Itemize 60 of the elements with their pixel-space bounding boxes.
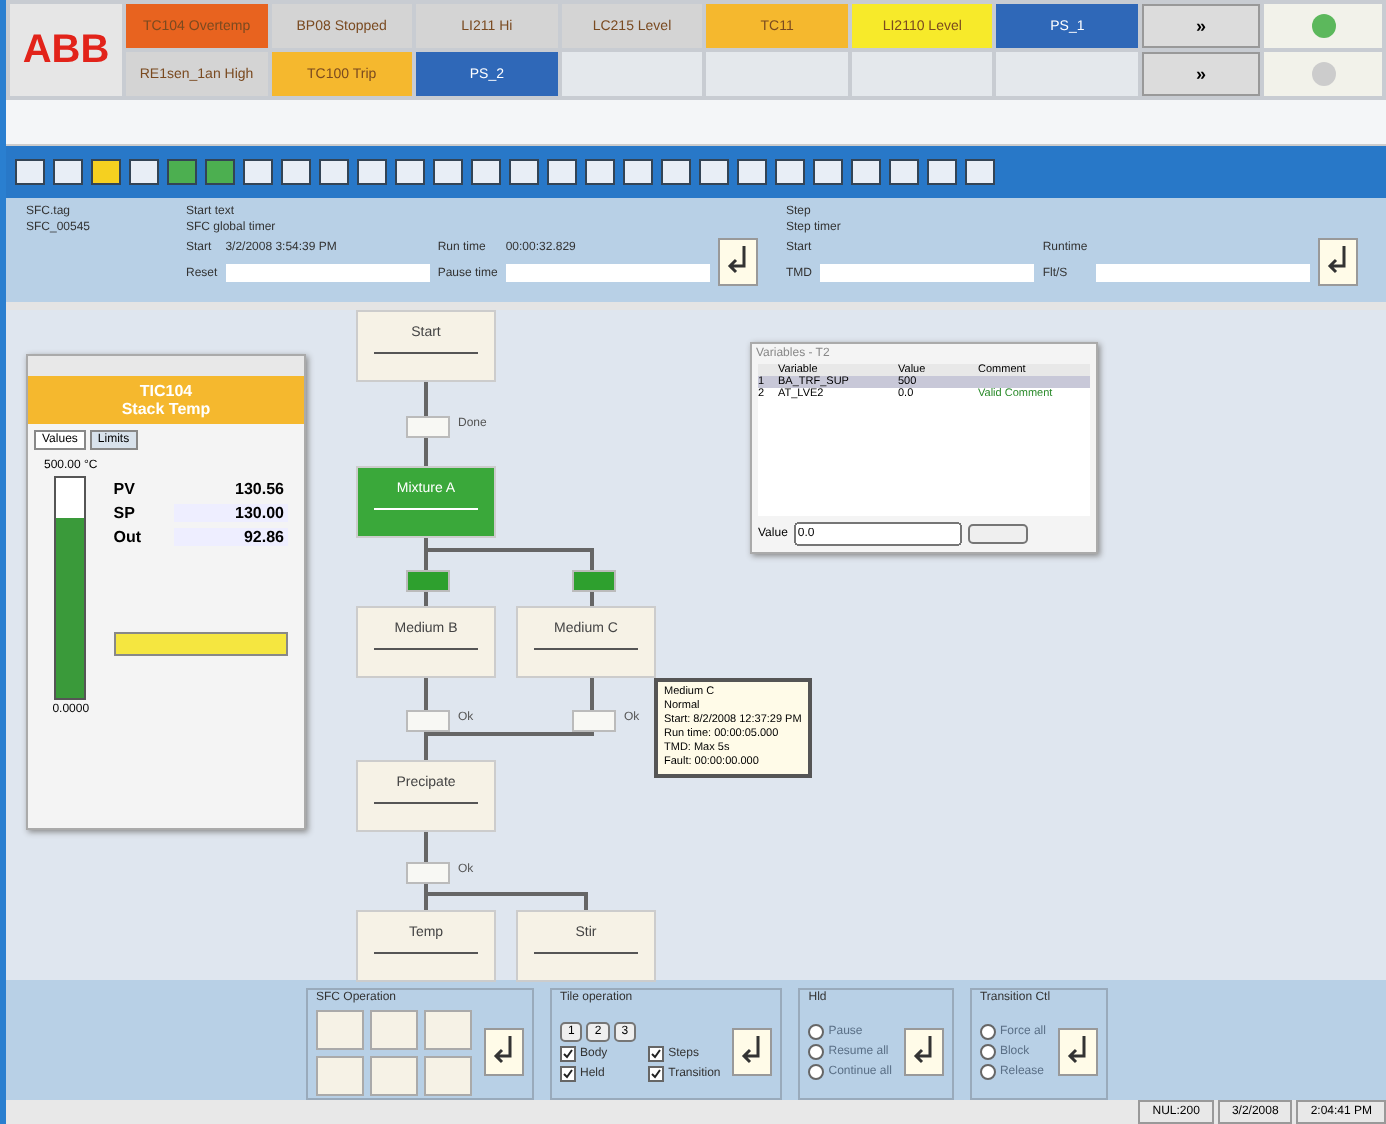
- enter-button[interactable]: [903, 1028, 944, 1076]
- alarm-tile[interactable]: [706, 52, 848, 96]
- apply-button[interactable]: [967, 524, 1028, 544]
- alarm-tile[interactable]: [851, 52, 993, 96]
- status-icon: [1309, 12, 1337, 40]
- enter-icon: [911, 1033, 936, 1065]
- enter-button[interactable]: [732, 1028, 773, 1076]
- toolbar-icon[interactable]: [432, 156, 464, 188]
- enter-icon: [1065, 1033, 1090, 1065]
- toolbar-icon[interactable]: [774, 156, 806, 188]
- input-field[interactable]: [1095, 264, 1310, 283]
- connector-line: [424, 382, 428, 466]
- toolbar-icon[interactable]: [622, 156, 654, 188]
- toolbar-icon[interactable]: [698, 156, 730, 188]
- toolbar-icon[interactable]: [812, 156, 844, 188]
- enter-icon: [1326, 243, 1350, 275]
- toolbar-icon[interactable]: [888, 156, 920, 188]
- enter-button[interactable]: [1057, 1028, 1098, 1076]
- toolbar-icon[interactable]: [318, 156, 350, 188]
- enter-button[interactable]: [718, 238, 758, 286]
- enter-icon: [740, 1033, 765, 1065]
- toolbar-icon[interactable]: [660, 156, 692, 188]
- toolbar-icon[interactable]: [280, 156, 312, 188]
- toolbar-icon[interactable]: [850, 156, 882, 188]
- abb-logo: ABB: [10, 4, 122, 96]
- value-readout: 130.56: [233, 480, 286, 498]
- toolbar-icon[interactable]: [470, 156, 502, 188]
- tool-icon: [1309, 60, 1337, 88]
- alarm-tile[interactable]: [561, 52, 703, 96]
- faceplate-title: TIC104 Stack Temp: [28, 376, 304, 424]
- input-field[interactable]: [820, 264, 1035, 283]
- toolbar-icon[interactable]: [356, 156, 388, 188]
- toolbar-icon[interactable]: [394, 156, 426, 188]
- toolbar-icon[interactable]: [14, 156, 46, 188]
- enter-icon: [726, 243, 750, 275]
- value-label: PV: [113, 480, 137, 498]
- toolbar-icon[interactable]: [926, 156, 958, 188]
- value-readout: 92.86: [173, 528, 288, 546]
- toolbar-icon[interactable]: [584, 156, 616, 188]
- toolbar-icon[interactable]: [166, 156, 198, 188]
- toolbar-icon[interactable]: [546, 156, 578, 188]
- toolbar-icon[interactable]: [242, 156, 274, 188]
- input-field[interactable]: [505, 264, 710, 283]
- toolbar-icon[interactable]: [128, 156, 160, 188]
- toolbar-icon[interactable]: [964, 156, 996, 188]
- next-button[interactable]: »: [1142, 4, 1260, 48]
- toolbar-icon[interactable]: [90, 156, 122, 188]
- alarm-tile[interactable]: [996, 52, 1138, 96]
- value-label: Out: [113, 528, 144, 546]
- enter-button[interactable]: [1318, 238, 1358, 286]
- toolbar-icon[interactable]: [508, 156, 540, 188]
- value-readout: 130.00: [173, 504, 288, 522]
- value-label: SP: [113, 504, 137, 522]
- next-button[interactable]: »: [1142, 52, 1260, 96]
- input-field[interactable]: [225, 264, 430, 283]
- enter-button[interactable]: [484, 1028, 524, 1076]
- toolbar-icon[interactable]: [204, 156, 236, 188]
- enter-icon: [492, 1033, 516, 1065]
- toolbar-icon[interactable]: [736, 156, 768, 188]
- toolbar-icon[interactable]: [52, 156, 84, 188]
